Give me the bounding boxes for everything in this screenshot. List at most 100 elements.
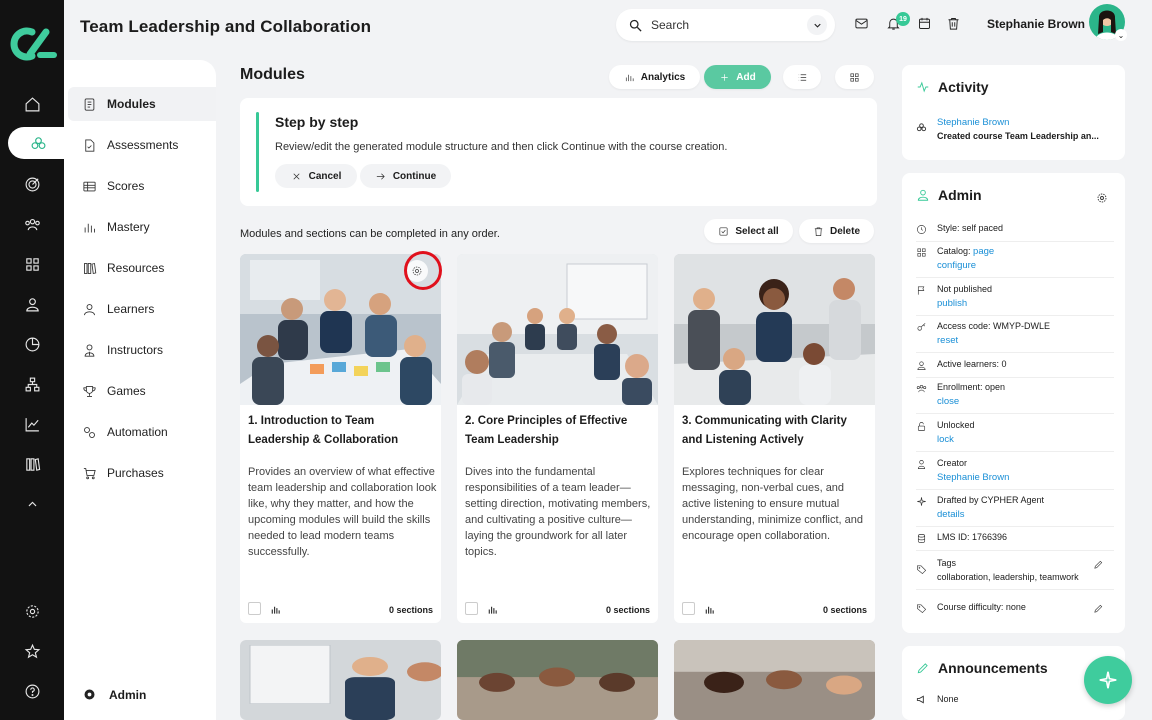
- add-button[interactable]: Add: [704, 65, 771, 89]
- ai-assistant-button[interactable]: [1084, 656, 1132, 704]
- access-reset-link[interactable]: reset: [937, 335, 1050, 346]
- subnav-item-assessments[interactable]: Assessments: [68, 128, 216, 162]
- brand-logo-icon[interactable]: [8, 24, 58, 64]
- groups-icon[interactable]: [0, 208, 64, 240]
- difficulty-text: Course difficulty: none: [937, 602, 1026, 612]
- admin-settings-gear-icon[interactable]: [1096, 192, 1108, 204]
- edit-pencil-icon[interactable]: [1093, 559, 1104, 570]
- subnav-admin-button[interactable]: Admin: [82, 687, 146, 702]
- module-stats-icon[interactable]: [270, 604, 281, 615]
- step-by-step-panel: Step by step Review/edit the generated m…: [240, 98, 877, 206]
- bar-chart-icon: [84, 223, 95, 232]
- star-icon[interactable]: [0, 635, 64, 667]
- continue-button[interactable]: Continue: [360, 164, 451, 188]
- grid-view-button[interactable]: [835, 65, 874, 89]
- calendar-icon[interactable]: [917, 16, 935, 34]
- publish-link[interactable]: publish: [937, 298, 992, 309]
- module-section-count: 0 sections: [822, 605, 867, 615]
- delete-button[interactable]: Delete: [799, 219, 874, 243]
- accent-bar: [256, 112, 259, 192]
- continue-label: Continue: [392, 170, 437, 182]
- module-title[interactable]: 1. Introduction to Team Leadership & Col…: [248, 412, 434, 450]
- subnav-item-modules[interactable]: Modules: [68, 87, 216, 121]
- drafted-details-link[interactable]: details: [937, 509, 1044, 520]
- subnav-label: Resources: [107, 261, 165, 275]
- module-card[interactable]: 1. Introduction to Team Leadership & Col…: [240, 254, 441, 623]
- list-view-button[interactable]: [783, 65, 821, 89]
- home-icon[interactable]: [0, 88, 64, 120]
- database-icon: [917, 534, 926, 543]
- module-title[interactable]: 2. Core Principles of Effective Team Lea…: [465, 412, 651, 450]
- module-card[interactable]: [674, 640, 875, 720]
- user-name[interactable]: Stephanie Brown: [987, 17, 1085, 31]
- subnav-item-learners[interactable]: Learners: [68, 292, 216, 326]
- select-all-button[interactable]: Select all: [704, 219, 793, 243]
- page-title: Team Leadership and Collaboration: [80, 17, 372, 36]
- module-image: [457, 640, 658, 720]
- activity-user-link[interactable]: Stephanie Brown: [937, 117, 1099, 128]
- line-chart-icon[interactable]: [0, 408, 64, 440]
- module-image: [240, 640, 441, 720]
- search-dropdown-chevron-icon[interactable]: [807, 15, 827, 35]
- module-title[interactable]: 3. Communicating with Clarity and Listen…: [682, 412, 868, 450]
- lms-text: LMS ID: 1766396: [937, 532, 1008, 542]
- hierarchy-icon[interactable]: [0, 368, 64, 400]
- subnav-item-games[interactable]: Games: [68, 374, 216, 408]
- course-subnav: Modules Assessments Scores Mastery Resou…: [64, 60, 216, 720]
- modules-heading: Modules: [240, 66, 305, 83]
- module-checkbox[interactable]: [465, 602, 478, 615]
- collapse-chevron-icon[interactable]: [0, 488, 64, 520]
- courses-icon[interactable]: [8, 127, 68, 159]
- settings-gear-icon[interactable]: [0, 595, 64, 627]
- module-section-count: 0 sections: [605, 605, 650, 615]
- user-menu-chevron-icon[interactable]: ⌄: [1115, 29, 1127, 41]
- subnav-item-automation[interactable]: Automation: [68, 415, 216, 449]
- subnav-item-mastery[interactable]: Mastery: [68, 210, 216, 244]
- module-section-count: 0 sections: [388, 605, 433, 615]
- subnav-item-scores[interactable]: Scores: [68, 169, 216, 203]
- search-bar[interactable]: [616, 9, 835, 41]
- module-checkbox[interactable]: [682, 602, 695, 615]
- apps-grid-icon[interactable]: [0, 248, 64, 280]
- user-icon[interactable]: [0, 288, 64, 320]
- trash-icon[interactable]: [946, 16, 964, 34]
- module-card[interactable]: [240, 640, 441, 720]
- admin-catalog-row: Catalog: page configure: [916, 246, 1114, 278]
- step-title: Step by step: [275, 114, 359, 130]
- published-text: Not published: [937, 284, 993, 294]
- help-icon[interactable]: [0, 675, 64, 707]
- megaphone-icon: [916, 695, 924, 704]
- module-card[interactable]: 3. Communicating with Clarity and Listen…: [674, 254, 875, 623]
- mail-icon[interactable]: [854, 16, 872, 34]
- cancel-button[interactable]: Cancel: [275, 164, 357, 188]
- pulse-icon: [917, 81, 929, 93]
- admin-enrollment-row: Enrollment: open close: [916, 382, 1114, 414]
- search-input[interactable]: [651, 18, 791, 32]
- creator-text: Creator: [937, 458, 968, 468]
- catalog-configure-link[interactable]: configure: [937, 260, 994, 271]
- subnav-item-instructors[interactable]: Instructors: [68, 333, 216, 367]
- drafted-text: Drafted by CYPHER Agent: [937, 495, 1045, 505]
- admin-access-row: Access code: WMYP-DWLE reset: [916, 321, 1114, 353]
- subnav-item-purchases[interactable]: Purchases: [68, 456, 216, 490]
- enrollment-close-link[interactable]: close: [937, 396, 1005, 407]
- admin-label: Admin: [109, 687, 147, 702]
- cancel-label: Cancel: [308, 170, 342, 182]
- target-icon[interactable]: [0, 168, 64, 200]
- pie-chart-icon[interactable]: [0, 328, 64, 360]
- announcements-title: Announcements: [938, 660, 1048, 676]
- module-checkbox[interactable]: [248, 602, 261, 615]
- edit-pencil-icon[interactable]: [1093, 603, 1104, 614]
- analytics-button[interactable]: Analytics: [609, 65, 700, 89]
- module-card[interactable]: [457, 640, 658, 720]
- admin-lock-row: Unlocked lock: [916, 420, 1114, 452]
- subnav-item-resources[interactable]: Resources: [68, 251, 216, 285]
- creator-link[interactable]: Stephanie Brown: [937, 472, 1009, 483]
- plus-icon: [721, 73, 728, 81]
- module-stats-icon[interactable]: [704, 604, 715, 615]
- lock-link[interactable]: lock: [937, 434, 975, 445]
- module-card[interactable]: 2. Core Principles of Effective Team Lea…: [457, 254, 658, 623]
- catalog-page-link[interactable]: page: [973, 246, 994, 257]
- module-stats-icon[interactable]: [487, 604, 498, 615]
- library-icon[interactable]: [0, 448, 64, 480]
